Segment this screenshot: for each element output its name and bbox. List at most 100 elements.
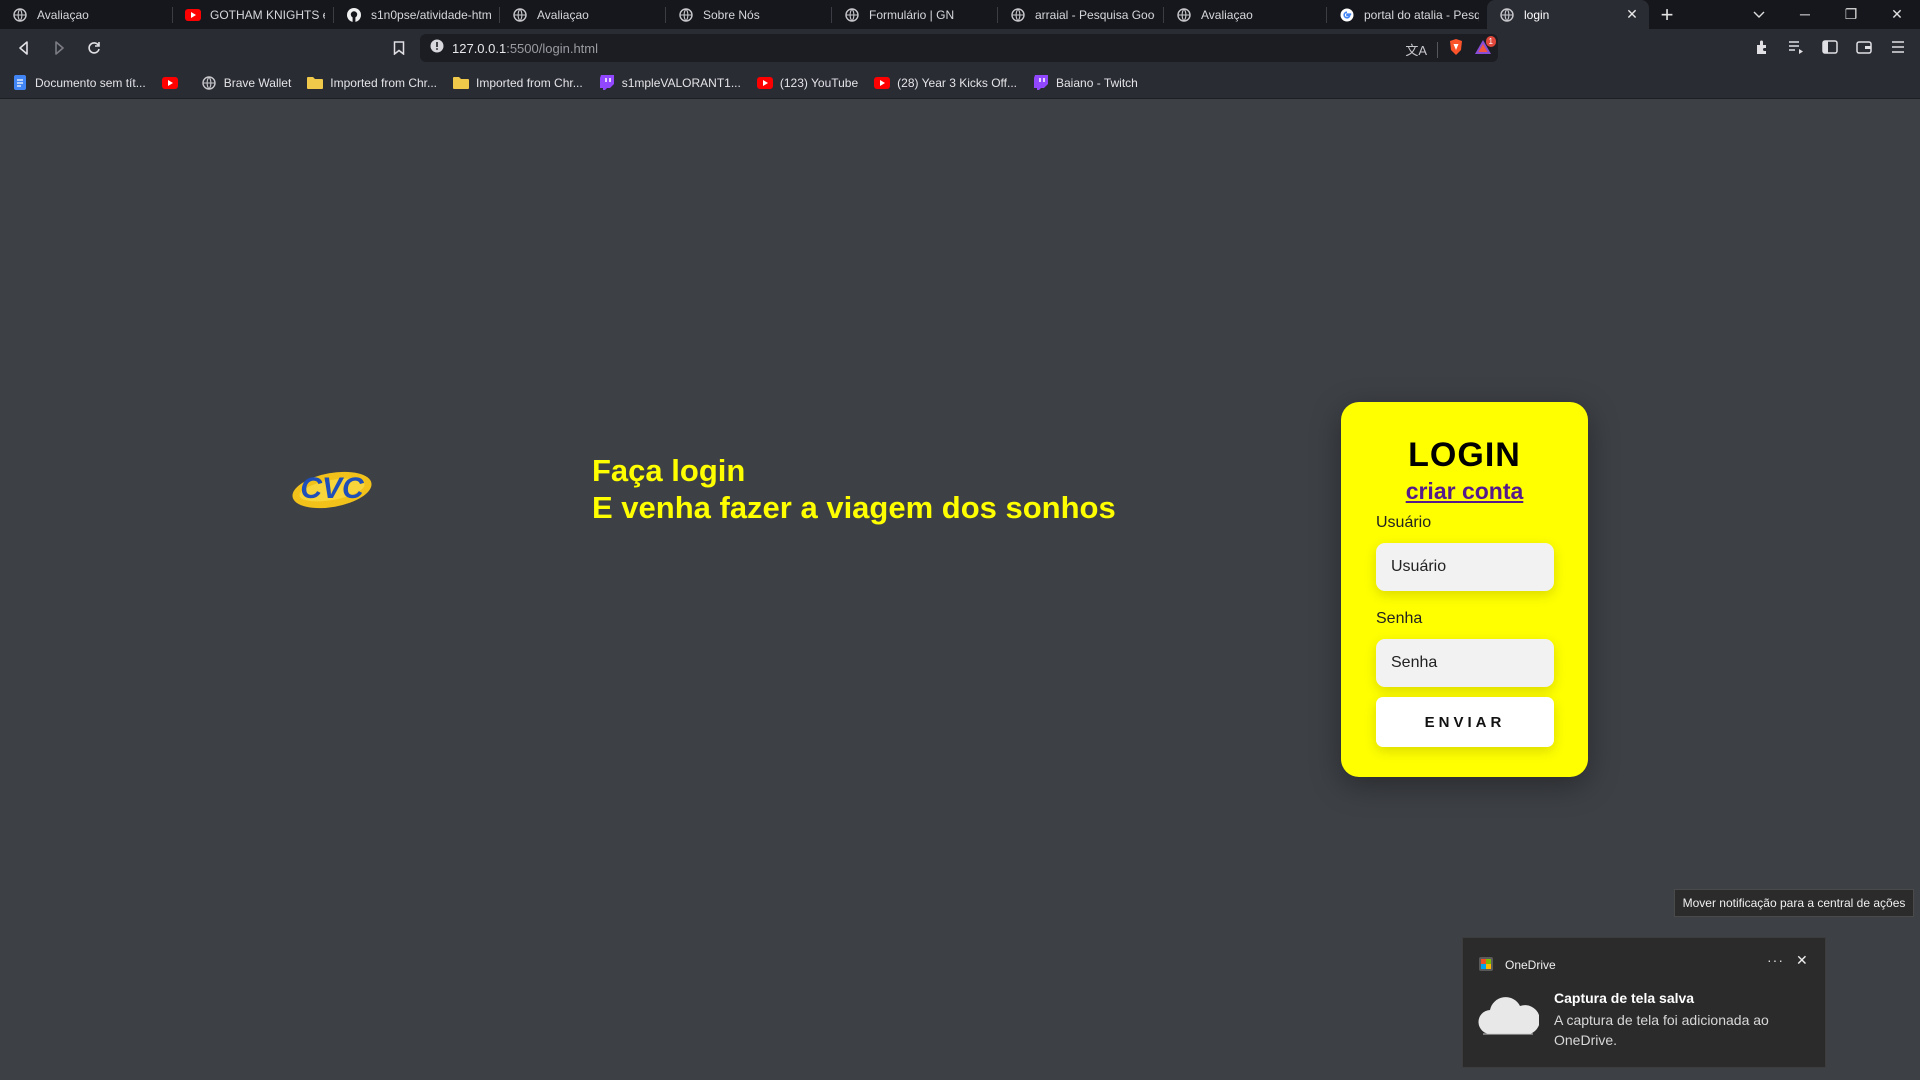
sidebar-icon[interactable] — [1818, 33, 1842, 61]
hero-line-1: Faça login — [592, 453, 746, 488]
github-icon — [346, 7, 362, 23]
bookmark-label: Baiano - Twitch — [1056, 75, 1138, 90]
tab-avaliacao-2[interactable]: Avaliaçao — [500, 0, 665, 29]
restore-icon[interactable]: ❐ — [1828, 0, 1874, 29]
tab-avaliacao-3[interactable]: Avaliaçao — [1164, 0, 1326, 29]
tab-strip: Avaliaçao GOTHAM KNIGHTS é m s1n0pse/ati… — [0, 0, 1920, 29]
bookmark-icon[interactable] — [383, 33, 415, 63]
tab-arraial[interactable]: arraial - Pesquisa Googl — [998, 0, 1163, 29]
bookmark-label: s1mpleVALORANT1... — [621, 75, 741, 90]
folder-icon — [453, 75, 469, 91]
back-icon[interactable] — [8, 33, 40, 63]
youtube-icon — [756, 75, 773, 91]
youtube-icon — [874, 75, 891, 91]
brave-shields-icon[interactable] — [1448, 38, 1464, 61]
globe-icon — [512, 7, 528, 23]
tab-title: portal do atalia - Pesqu — [1364, 7, 1479, 22]
globe-icon — [678, 7, 694, 23]
bookmark-youtube[interactable] — [161, 75, 185, 91]
reload-icon[interactable] — [78, 33, 110, 63]
globe-icon — [844, 7, 860, 23]
globe-icon — [201, 75, 217, 91]
password-input[interactable] — [1376, 639, 1554, 687]
playlist-icon[interactable] — [1784, 33, 1808, 61]
bookmark-year3[interactable]: (28) Year 3 Kicks Off... — [874, 75, 1017, 91]
url-host: 127.0.0.1 — [452, 40, 507, 56]
bookmarks-bar: Documento sem tít... Brave Wallet Import… — [0, 67, 1920, 99]
minimize-icon[interactable]: ─ — [1782, 0, 1828, 29]
toast-body: A captura de tela foi adicionada ao OneD… — [1554, 1012, 1769, 1048]
toast-app-name: OneDrive — [1505, 958, 1556, 972]
url-path: :5500/login.html — [506, 40, 598, 56]
forward-icon[interactable] — [43, 33, 75, 63]
url-divider — [1437, 41, 1438, 58]
hero-line-2: E venha fazer a viagem dos sonhos — [592, 490, 1116, 525]
login-title: LOGIN — [1408, 436, 1521, 474]
tab-sobre-nos[interactable]: Sobre Nós — [666, 0, 831, 29]
cvc-logo: CVC — [288, 461, 376, 515]
tab-avaliacao-1[interactable]: Avaliaçao — [0, 0, 172, 29]
toolbar-right — [1750, 33, 1910, 61]
bookmark-folder-imported-2[interactable]: Imported from Chr... — [453, 75, 583, 91]
toast-title: Captura de tela salva — [1554, 990, 1695, 1006]
globe-icon — [1010, 7, 1026, 23]
twitch-icon — [599, 75, 615, 91]
translate-icon[interactable]: 文A — [1405, 40, 1427, 59]
bookmark-label: Brave Wallet — [223, 75, 292, 90]
bookmark-documento[interactable]: Documento sem tít... — [12, 75, 146, 91]
youtube-icon — [185, 7, 201, 23]
tab-formulario[interactable]: Formulário | GN — [832, 0, 997, 29]
close-icon[interactable]: ✕ — [1796, 952, 1808, 969]
google-icon — [1339, 7, 1355, 23]
globe-icon — [12, 7, 28, 23]
tab-gotham-knights[interactable]: GOTHAM KNIGHTS é m — [173, 0, 333, 29]
submit-button[interactable]: ENVIAR — [1376, 697, 1554, 747]
url-text: 127.0.0.1:5500/login.html — [452, 41, 598, 56]
username-label: Usuário — [1376, 514, 1432, 531]
wallet-icon[interactable] — [1852, 33, 1876, 61]
tab-title: Avaliaçao — [37, 7, 89, 22]
extensions-icon[interactable] — [1750, 33, 1774, 61]
tab-login-active[interactable]: login ✕ — [1487, 0, 1649, 29]
bookmark-label: Imported from Chr... — [476, 75, 583, 90]
globe-icon — [1176, 7, 1192, 23]
tab-search-chevron-icon[interactable] — [1736, 0, 1782, 29]
onedrive-toast[interactable]: OneDrive ··· ✕ Captura de tela salva A c… — [1462, 937, 1826, 1068]
username-input[interactable] — [1376, 543, 1554, 591]
new-tab-button[interactable]: + — [1649, 0, 1685, 29]
bookmark-s1mple[interactable]: s1mpleVALORANT1... — [599, 75, 741, 91]
cloud-icon — [1477, 996, 1540, 1036]
site-info-icon[interactable] — [430, 39, 444, 58]
create-account-link[interactable]: criar conta — [1341, 478, 1588, 505]
docs-icon — [12, 75, 28, 91]
tab-title: GOTHAM KNIGHTS é m — [210, 7, 325, 22]
close-window-icon[interactable]: ✕ — [1874, 0, 1920, 29]
hero-text: Faça login E venha fazer a viagem dos so… — [592, 452, 1116, 526]
address-bar[interactable]: 127.0.0.1:5500/login.html 文A 1 — [420, 34, 1498, 62]
menu-icon[interactable] — [1886, 33, 1910, 61]
rewards-badge: 1 — [1485, 36, 1496, 47]
url-actions: 文A 1 — [1405, 36, 1496, 61]
bookmark-label: (28) Year 3 Kicks Off... — [897, 75, 1017, 90]
bookmark-baiano[interactable]: Baiano - Twitch — [1033, 75, 1138, 91]
bookmark-123-youtube[interactable]: (123) YouTube — [756, 75, 858, 91]
notification-tooltip: Mover notificação para a central de açõe… — [1674, 889, 1914, 917]
bookmark-brave-wallet[interactable]: Brave Wallet — [201, 75, 292, 91]
twitch-icon — [1033, 75, 1049, 91]
brave-rewards-icon[interactable]: 1 — [1474, 36, 1496, 60]
tab-title: Avaliaçao — [1201, 7, 1253, 22]
tab-portal-atalia[interactable]: portal do atalia - Pesqu — [1327, 0, 1487, 29]
tab-title: Sobre Nós — [703, 7, 760, 22]
password-label: Senha — [1376, 610, 1423, 627]
logo-text: CVC — [300, 472, 365, 505]
bookmark-label: Documento sem tít... — [35, 75, 146, 90]
more-options-icon[interactable]: ··· — [1767, 952, 1784, 968]
tab-github[interactable]: s1n0pse/atividade-html — [334, 0, 499, 29]
close-tab-icon[interactable]: ✕ — [1623, 6, 1641, 23]
login-card: LOGIN criar conta Usuário Senha ENVIAR — [1341, 402, 1588, 777]
folder-icon — [307, 75, 324, 91]
browser-toolbar: 127.0.0.1:5500/login.html 文A 1 — [0, 29, 1920, 67]
tab-title: arraial - Pesquisa Googl — [1035, 7, 1155, 22]
bookmark-folder-imported-1[interactable]: Imported from Chr... — [307, 75, 437, 91]
window-controls: ─ ❐ ✕ — [1736, 0, 1920, 29]
